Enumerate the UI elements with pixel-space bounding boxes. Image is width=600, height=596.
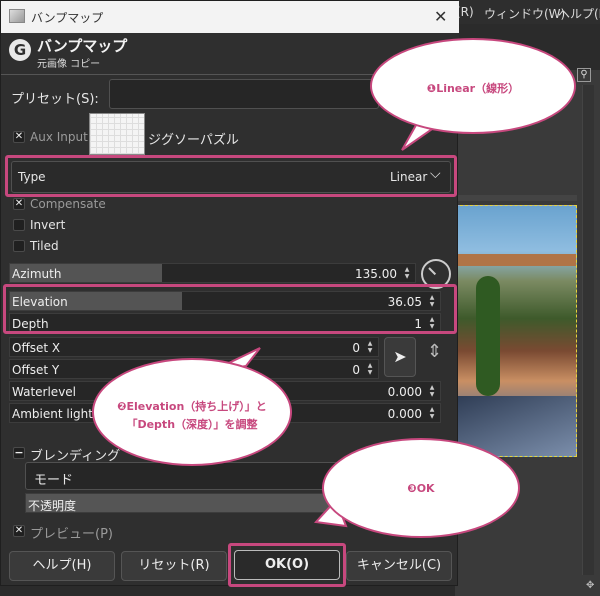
spin-arrows-icon[interactable]: ▲ ▼ <box>427 384 437 398</box>
gimp-app-icon <box>9 9 25 23</box>
ruler <box>455 195 577 201</box>
waterlevel-value: 0.000 <box>387 385 422 399</box>
help-button[interactable]: ヘルプ(H) <box>9 551 115 581</box>
magnifier-icon[interactable]: ⚲ <box>577 68 591 82</box>
image-preview <box>455 205 577 457</box>
header-subtitle: 元画像 コピー <box>37 59 101 70</box>
move-arrows-icon[interactable]: ⇕ <box>427 341 442 362</box>
tiled-checkbox[interactable] <box>13 240 25 252</box>
callout-elevation-depth-line1: ❷Elevation（持ち上げ）」と <box>117 400 267 413</box>
callout-ok-text: ❸OK <box>407 482 435 495</box>
dialog-titlebar: バンプマップ ✕ <box>1 1 459 33</box>
opacity-label: 不透明度 <box>28 499 77 513</box>
offset-x-label: Offset X <box>12 341 61 355</box>
callout-linear-text: ❶Linear（線形） <box>426 82 520 95</box>
tiled-label: Tiled <box>30 239 59 253</box>
invert-label: Invert <box>30 218 66 232</box>
spin-arrows-icon[interactable]: ▲ ▼ <box>402 266 412 280</box>
reset-button[interactable]: リセット(R) <box>121 551 227 581</box>
compensate-checkbox[interactable]: ✕ <box>13 198 25 210</box>
blending-expander-icon[interactable]: − <box>13 447 25 459</box>
mode-label: モード <box>34 473 74 488</box>
aux-input-label: Aux Input <box>30 130 88 144</box>
window-title: バンプマップ <box>31 11 104 25</box>
cancel-button[interactable]: キャンセル(C) <box>346 551 452 581</box>
callout-elevation-depth-line2: 「Depth（深度）」を調整 <box>126 418 258 431</box>
callout-ok: ❸OK <box>322 438 520 538</box>
menu-item-window[interactable]: ウィンドウ(W) <box>484 5 565 22</box>
offset-x-slider[interactable]: Offset X 0 ▲ ▼ <box>9 337 379 357</box>
preset-combo[interactable] <box>109 79 379 109</box>
ok-highlight-box <box>228 543 346 587</box>
preset-label: プリセット(S): <box>11 92 99 107</box>
invert-checkbox[interactable] <box>13 219 25 231</box>
header-title: バンプマップ <box>37 37 128 55</box>
spin-arrows-icon[interactable]: ▲ ▼ <box>365 340 375 354</box>
spin-arrows-icon[interactable]: ▲ ▼ <box>365 362 375 376</box>
aux-input-value: ジグソーパズル <box>148 133 239 148</box>
azimuth-slider[interactable]: Azimuth 135.00 ▲ ▼ <box>9 263 416 283</box>
aux-input-thumbnail[interactable] <box>89 113 145 155</box>
preview-checkbox[interactable]: ✕ <box>13 525 25 537</box>
pointer-pick-icon[interactable]: ➤ <box>384 337 416 377</box>
menu-item-help[interactable]: ヘルプ(H <box>558 5 600 22</box>
type-highlight-box <box>5 155 457 197</box>
gegl-logo-icon: G <box>9 39 31 61</box>
offset-y-label: Offset Y <box>12 363 60 377</box>
callout-elevation-depth: ❷Elevation（持ち上げ）」と 「Depth（深度）」を調整 <box>92 358 292 466</box>
offset-x-value: 0 <box>352 341 360 355</box>
callout-linear: ❶Linear（線形） <box>370 38 576 134</box>
compensate-label: Compensate <box>30 197 106 211</box>
background-menubar: (R) ウィンドウ(W) ヘルプ(H <box>440 0 600 24</box>
azimuth-label: Azimuth <box>12 267 62 281</box>
aux-input-checkbox[interactable]: ✕ <box>13 131 25 143</box>
waterlevel-label: Waterlevel <box>12 385 77 399</box>
close-icon[interactable]: ✕ <box>434 7 447 26</box>
elevation-depth-highlight-box <box>3 284 457 334</box>
preview-label: プレビュー(P) <box>30 527 113 542</box>
ambient-lighting-value: 0.000 <box>387 407 422 421</box>
azimuth-value: 135.00 <box>355 267 397 281</box>
navigate-icon[interactable]: ✥ <box>586 580 594 591</box>
vertical-scrollbar[interactable] <box>582 85 594 575</box>
spin-arrows-icon[interactable]: ▲ ▼ <box>427 406 437 420</box>
offset-y-value: 0 <box>352 363 360 377</box>
